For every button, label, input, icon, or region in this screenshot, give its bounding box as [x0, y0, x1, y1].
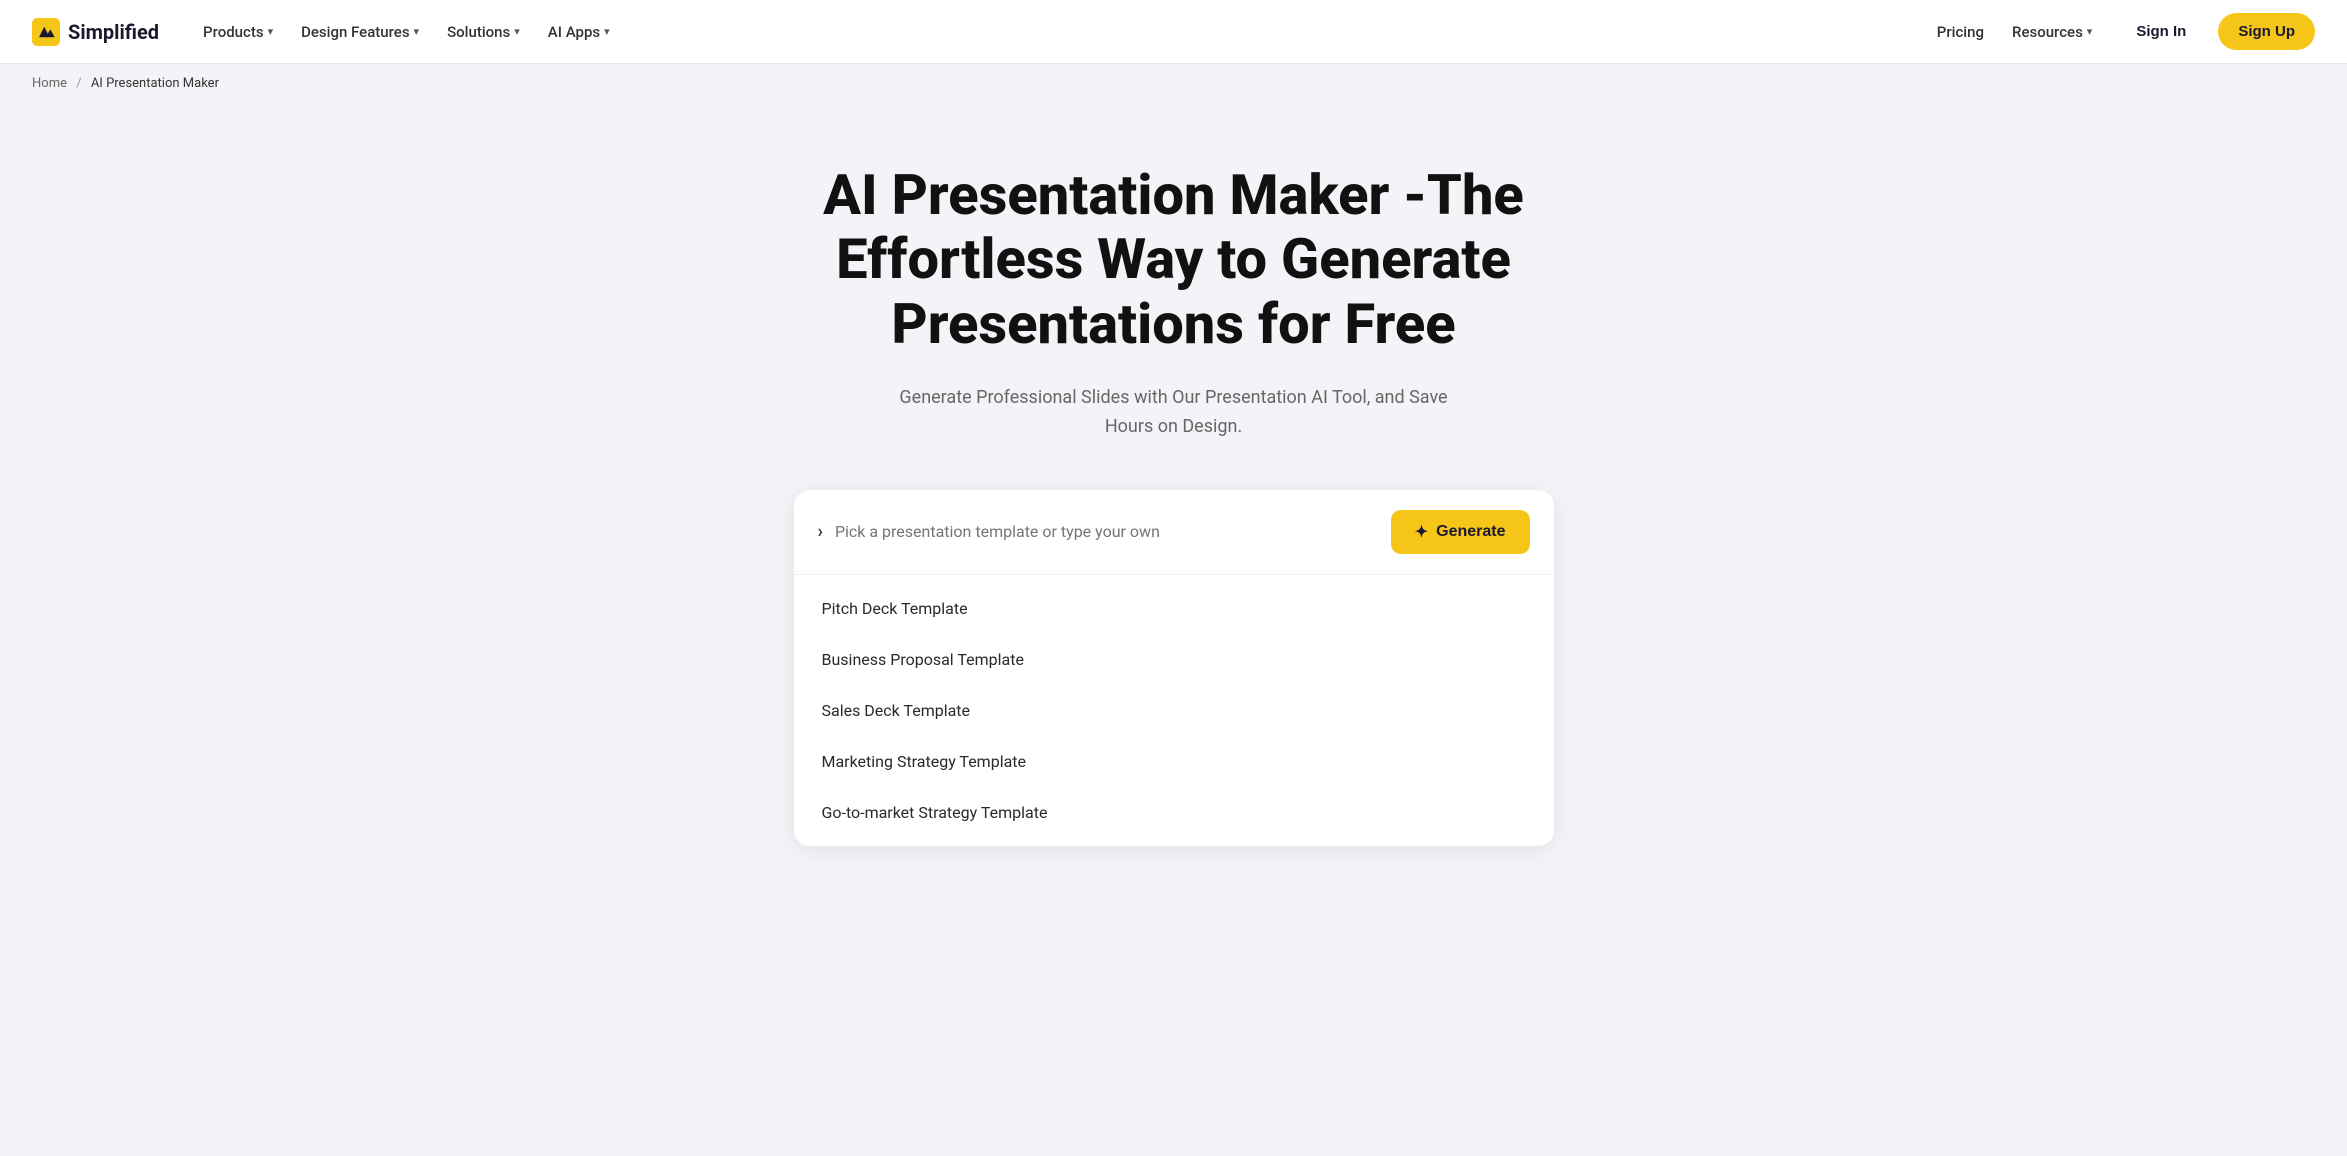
breadcrumb: Home / AI Presentation Maker — [0, 64, 2347, 103]
sign-up-button[interactable]: Sign Up — [2218, 13, 2315, 50]
nav-design-features[interactable]: Design Features ▾ — [289, 15, 431, 49]
hero-title: AI Presentation Maker -The Effortless Wa… — [784, 163, 1564, 356]
brand-name: Simplified — [68, 20, 159, 44]
prompt-box: › ✦ Generate Pitch Deck Template Busines… — [794, 490, 1554, 846]
breadcrumb-current: AI Presentation Maker — [91, 76, 219, 91]
generate-button[interactable]: ✦ Generate — [1391, 510, 1530, 554]
nav-resources-label: Resources — [2012, 23, 2083, 41]
template-list: Pitch Deck Template Business Proposal Te… — [794, 575, 1554, 846]
chevron-down-icon: ▾ — [2087, 25, 2093, 38]
template-item[interactable]: Pitch Deck Template — [794, 583, 1554, 634]
breadcrumb-separator: / — [76, 76, 81, 91]
prompt-input-row: › ✦ Generate — [794, 490, 1554, 575]
nav-links: Products ▾ Design Features ▾ Solutions ▾… — [191, 15, 622, 49]
template-item[interactable]: Business Proposal Template — [794, 634, 1554, 685]
nav-ai-apps-label: AI Apps — [548, 23, 600, 41]
sign-in-button[interactable]: Sign In — [2120, 15, 2202, 48]
nav-products-label: Products — [203, 23, 264, 41]
generate-icon: ✦ — [1415, 522, 1428, 542]
nav-design-features-label: Design Features — [301, 23, 409, 41]
prompt-chevron-icon: › — [818, 521, 823, 542]
breadcrumb-home[interactable]: Home — [32, 76, 67, 91]
chevron-down-icon: ▾ — [604, 25, 610, 38]
chevron-down-icon: ▾ — [268, 25, 274, 38]
chevron-down-icon: ▾ — [514, 25, 520, 38]
nav-products[interactable]: Products ▾ — [191, 15, 285, 49]
chevron-down-icon: ▾ — [414, 25, 420, 38]
nav-pricing[interactable]: Pricing — [1925, 15, 1996, 49]
hero-subtitle: Generate Professional Slides with Our Pr… — [874, 384, 1474, 442]
template-item[interactable]: Sales Deck Template — [794, 685, 1554, 736]
nav-left: Simplified Products ▾ Design Features ▾ … — [32, 15, 622, 49]
nav-right-links: Pricing Resources ▾ — [1925, 15, 2105, 49]
prompt-input[interactable] — [835, 522, 1379, 541]
template-item[interactable]: Go-to-market Strategy Template — [794, 787, 1554, 838]
navbar: Simplified Products ▾ Design Features ▾ … — [0, 0, 2347, 64]
generate-label: Generate — [1436, 523, 1505, 541]
nav-solutions[interactable]: Solutions ▾ — [435, 15, 532, 49]
logo[interactable]: Simplified — [32, 18, 159, 46]
logo-icon — [32, 18, 60, 46]
nav-ai-apps[interactable]: AI Apps ▾ — [536, 15, 622, 49]
nav-right: Pricing Resources ▾ Sign In Sign Up — [1925, 13, 2315, 50]
nav-resources[interactable]: Resources ▾ — [2000, 15, 2104, 49]
nav-pricing-label: Pricing — [1937, 23, 1984, 41]
main-content: AI Presentation Maker -The Effortless Wa… — [0, 103, 2347, 926]
nav-solutions-label: Solutions — [447, 23, 510, 41]
template-item[interactable]: Marketing Strategy Template — [794, 736, 1554, 787]
